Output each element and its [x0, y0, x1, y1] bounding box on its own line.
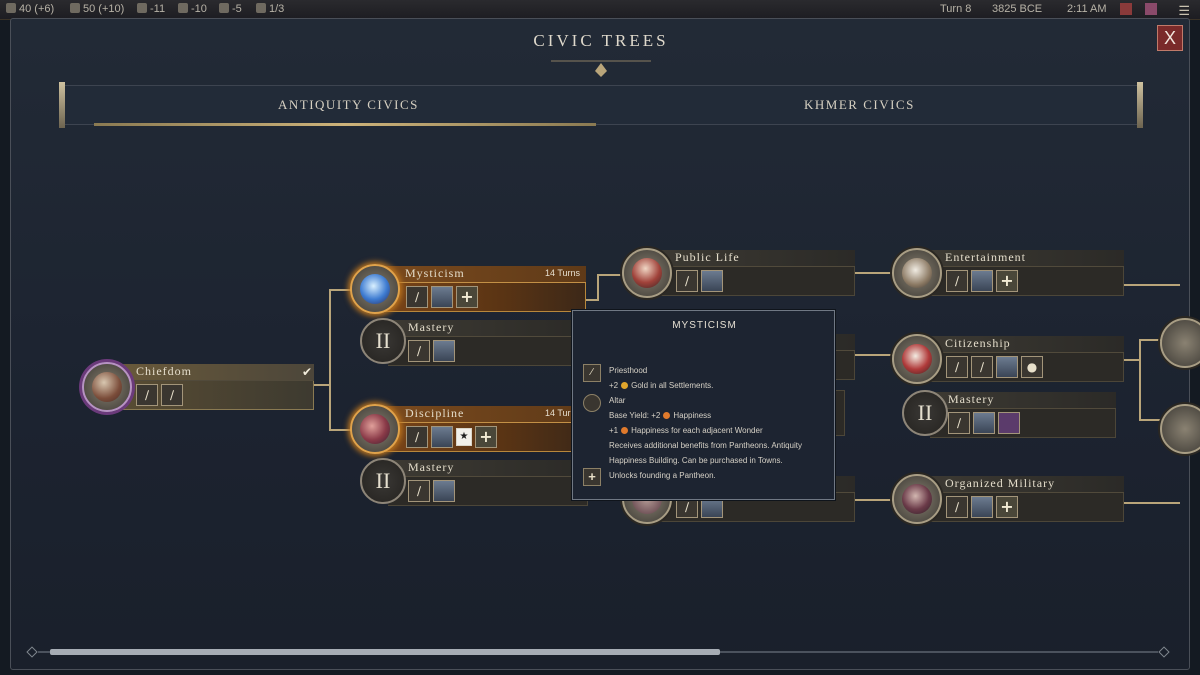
policy-card-icon[interactable]: ∕ [948, 412, 970, 434]
altar-icon[interactable] [431, 286, 453, 308]
unlock-plus-icon[interactable]: + [996, 270, 1018, 292]
scroll-right-icon[interactable] [1158, 646, 1170, 658]
scroll-thumb[interactable] [50, 649, 720, 655]
node-name: Public Life [675, 250, 740, 264]
node-name: Mastery [948, 392, 995, 406]
scroll-left-icon[interactable] [26, 646, 38, 658]
tooltip-line: Base Yield: +2 Happiness [609, 411, 712, 420]
organized-military-icon [892, 474, 942, 524]
citizenship-icon [892, 334, 942, 384]
node-name: Mysticism [405, 266, 465, 280]
mastery-tier-icon: II [902, 390, 948, 436]
tooltip-line: +1 Happiness for each adjacent Wonder [609, 426, 763, 435]
civic-node-discipline-mastery[interactable]: II Mastery ∕ [360, 458, 588, 506]
civic-node-chiefdom[interactable]: Chiefdom ✔ ∕ ∕ [82, 362, 316, 412]
pantheon-plus-icon[interactable]: + [456, 286, 478, 308]
plus-icon: + [583, 468, 601, 486]
building-icon[interactable] [971, 496, 993, 518]
happiness-icon [621, 427, 629, 434]
policy-card-icon[interactable]: ∕ [946, 496, 968, 518]
tooltip-line: Priesthood [609, 366, 648, 375]
tooltip-line: Altar [609, 396, 626, 405]
tooltip-line: Unlocks founding a Pantheon. [609, 471, 716, 480]
barracks-icon[interactable] [431, 426, 453, 448]
lightbulb-icon[interactable]: ● [1021, 356, 1043, 378]
policy-card-icon[interactable]: ∕ [406, 426, 428, 448]
building-icon[interactable] [433, 480, 455, 502]
turns-label: 14 Turns [545, 268, 581, 278]
node-name: Mastery [408, 320, 455, 334]
policy-card-icon[interactable]: ∕ [946, 356, 968, 378]
building-icon[interactable] [996, 356, 1018, 378]
checkmark-icon: ✔ [301, 365, 312, 379]
altar-icon [583, 394, 601, 412]
civic-node-offscreen-1[interactable] [1160, 318, 1200, 368]
arena-icon[interactable] [971, 270, 993, 292]
policy-card-icon[interactable]: ∕ [406, 286, 428, 308]
tooltip-line: Happiness Building. Can be purchased in … [609, 456, 783, 465]
mastery-tier-icon: II [360, 458, 406, 504]
civic-node-citizenship[interactable]: Citizenship ∕ ∕ ● [892, 334, 1124, 384]
mastery-tier-icon: II [360, 318, 406, 364]
civic-node-discipline[interactable]: Discipline 14 Turns ∕ ★ + [350, 404, 586, 454]
chiefdom-icon [82, 362, 132, 412]
node-name: Citizenship [945, 336, 1011, 350]
star-shield-icon[interactable]: ★ [456, 428, 472, 446]
policy-card-icon: ∕ [583, 364, 601, 382]
civic-node-public-life[interactable]: Public Life ∕ [622, 248, 855, 298]
policy-card-icon[interactable]: ∕ [408, 340, 430, 362]
civic-node-entertainment[interactable]: Entertainment ∕ + [892, 248, 1124, 298]
civic-node-organized-military[interactable]: Organized Military ∕ + [892, 474, 1124, 524]
node-name: Discipline [405, 406, 465, 420]
civic-tooltip: MYSTICISM ∕ Priesthood +2 Gold in all Set… [572, 310, 835, 500]
policy-card-icon[interactable]: ∕ [136, 384, 158, 406]
building-icon[interactable] [433, 340, 455, 362]
node-name: Entertainment [945, 250, 1026, 264]
tooltip-title: MYSTICISM [672, 320, 737, 331]
civic-node-offscreen-2[interactable] [1160, 404, 1200, 454]
public-life-icon [622, 248, 672, 298]
civic-node-citizenship-mastery[interactable]: II Mastery ∕ [902, 390, 1116, 438]
happiness-icon [663, 412, 671, 419]
policy-card-icon[interactable]: ∕ [676, 270, 698, 292]
unlock-plus-icon[interactable]: + [475, 426, 497, 448]
civic-medal-icon [1160, 318, 1200, 368]
building-icon[interactable] [973, 412, 995, 434]
gold-icon [621, 382, 629, 389]
unlock-plus-icon[interactable]: + [996, 496, 1018, 518]
policy-card-icon[interactable]: ∕ [408, 480, 430, 502]
node-name: Chiefdom [136, 364, 192, 378]
tooltip-line: +2 Gold in all Settlements. [609, 381, 714, 390]
civic-medal-icon [1160, 404, 1200, 454]
wonder-icon[interactable] [998, 412, 1020, 434]
building-icon[interactable] [701, 270, 723, 292]
policy-card-icon[interactable]: ∕ [971, 356, 993, 378]
entertainment-icon [892, 248, 942, 298]
discipline-icon [350, 404, 400, 454]
civic-node-mysticism-mastery[interactable]: II Mastery ∕ [360, 318, 588, 366]
civic-node-mysticism[interactable]: Mysticism 14 Turns ∕ + [350, 264, 586, 314]
policy-card-icon[interactable]: ∕ [161, 384, 183, 406]
horizontal-scrollbar[interactable] [26, 646, 1170, 658]
node-name: Mastery [408, 460, 455, 474]
policy-card-icon[interactable]: ∕ [946, 270, 968, 292]
node-name: Organized Military [945, 476, 1056, 490]
tooltip-line: Receives additional benefits from Panthe… [609, 441, 803, 450]
mysticism-icon [350, 264, 400, 314]
